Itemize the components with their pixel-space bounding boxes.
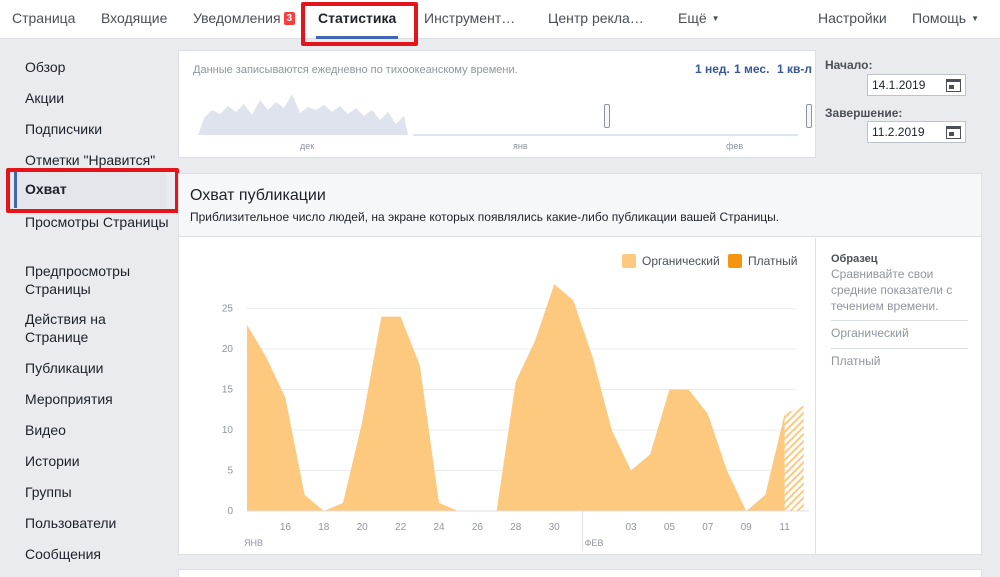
y-tick-label: 25 [222,304,234,315]
x-tick-label: 18 [318,522,330,533]
end-date-field[interactable]: 11.2.2019 [867,121,966,143]
y-tick-label: 10 [222,425,234,436]
y-tick-label: 5 [227,466,233,477]
range-1-month[interactable]: 1 мес. [734,62,769,76]
y-tick-label: 0 [227,506,233,517]
notification-badge: 3 [283,12,296,25]
timeline-handle-right[interactable] [806,104,812,128]
nav-tools[interactable]: Инструмент… [424,0,515,39]
x-tick-label: 30 [549,522,561,533]
x-tick-label: 24 [433,522,445,533]
sidebar-item-promotions[interactable]: Акции [25,89,170,107]
timeline-month-feb: фев [726,141,744,151]
range-1-quarter[interactable]: 1 кв-л [777,62,812,76]
reach-title: Охват публикации [190,187,326,204]
x-tick-label: 11 [779,522,790,533]
nav-ad-center[interactable]: Центр рекла… [548,0,644,39]
nav-page[interactable]: Страница [12,0,75,39]
benchmark-divider [815,238,816,554]
next-card [178,569,982,577]
x-tick-label: 22 [395,522,407,533]
nav-statistics[interactable]: Статистика [315,0,399,39]
sidebar-item-messages[interactable]: Сообщения [25,545,170,563]
x-month-label: ФЕВ [585,538,604,548]
sidebar-item-followers[interactable]: Подписчики [25,120,170,138]
sidebar-item-page-actions[interactable]: Действия на Странице [25,310,170,346]
nav-inbox[interactable]: Входящие [101,0,167,39]
sidebar-item-reach[interactable]: Охват [14,172,166,208]
start-date-label: Начало: [825,58,873,72]
nav-help-label: Помощь [912,10,967,26]
x-tick-label: 20 [357,522,369,533]
y-tick-label: 15 [222,385,234,396]
x-tick-label: 26 [472,522,484,533]
x-tick-label: 03 [625,522,637,533]
end-date-value: 11.2.2019 [872,125,925,139]
x-tick-label: 05 [664,522,676,533]
timeline-sparkline-area [198,94,408,135]
sidebar-item-stories[interactable]: Истории [25,452,170,470]
start-date-field[interactable]: 14.1.2019 [867,74,966,96]
calendar-icon[interactable] [946,79,961,92]
nav-help[interactable]: Помощь ▼ [912,0,979,39]
timeline-month-dec: дек [300,141,315,151]
x-tick-label: 28 [510,522,522,533]
benchmark-description: Сравнивайте свои средние показатели с те… [831,267,953,313]
x-tick-label: 09 [741,522,753,533]
nav-notifications-label: Уведомления [193,10,281,26]
sidebar-item-overview[interactable]: Обзор [25,58,170,76]
sidebar-item-reach-label: Охват [25,181,67,197]
x-month-label: ЯНВ [244,538,263,548]
end-date-label: Завершение: [825,106,903,120]
organic-area [247,284,785,511]
sidebar-item-people[interactable]: Пользователи [25,514,170,532]
top-navigation: Страница Входящие Уведомления 3 Статистик… [0,0,1000,39]
sidebar-item-videos[interactable]: Видео [25,421,170,439]
y-tick-label: 20 [222,344,234,355]
nav-settings[interactable]: Настройки [818,0,887,39]
sidebar-item-groups[interactable]: Группы [25,483,170,501]
timeline-month-jan: янв [513,141,528,151]
start-date-value: 14.1.2019 [872,78,926,92]
chevron-down-icon: ▼ [971,14,979,23]
sidebar-item-posts[interactable]: Публикации [25,359,170,377]
reach-subtitle: Приблизительное число людей, на экране к… [190,210,780,224]
nav-notifications[interactable]: Уведомления 3 [193,0,296,39]
sidebar-item-likes[interactable]: Отметки "Нравится" [25,151,170,169]
nav-more-label: Ещё [678,10,707,26]
chevron-down-icon: ▼ [711,14,720,23]
reach-card-header [179,174,981,237]
sidebar-item-page-views[interactable]: Просмотры Страницы [25,213,170,231]
timezone-note: Данные записываются ежедневно по тихооке… [193,64,518,76]
benchmark-separator [831,320,968,321]
organic-area-partial [784,405,804,511]
timeline-handle-left[interactable] [604,104,610,128]
reach-chart: 051015202516 18 20 22 24 26 28 30 03 05 07 09 11ЯНВ Ф… [222,284,810,551]
calendar-icon[interactable] [946,126,961,139]
x-tick-label: 07 [702,522,714,533]
benchmark-title: Образец [831,253,878,265]
benchmark-organic[interactable]: Органический [831,326,909,340]
nav-more[interactable]: Ещё ▼ [678,0,720,39]
benchmark-paid[interactable]: Платный [831,354,881,368]
sidebar-item-page-previews[interactable]: Предпросмотры Страницы [25,262,170,298]
benchmark-separator [831,348,968,349]
timeline-sparkline [198,94,798,136]
sidebar-item-events[interactable]: Мероприятия [25,390,170,408]
x-tick-label: 16 [280,522,292,533]
range-1-week[interactable]: 1 нед. [695,62,730,76]
